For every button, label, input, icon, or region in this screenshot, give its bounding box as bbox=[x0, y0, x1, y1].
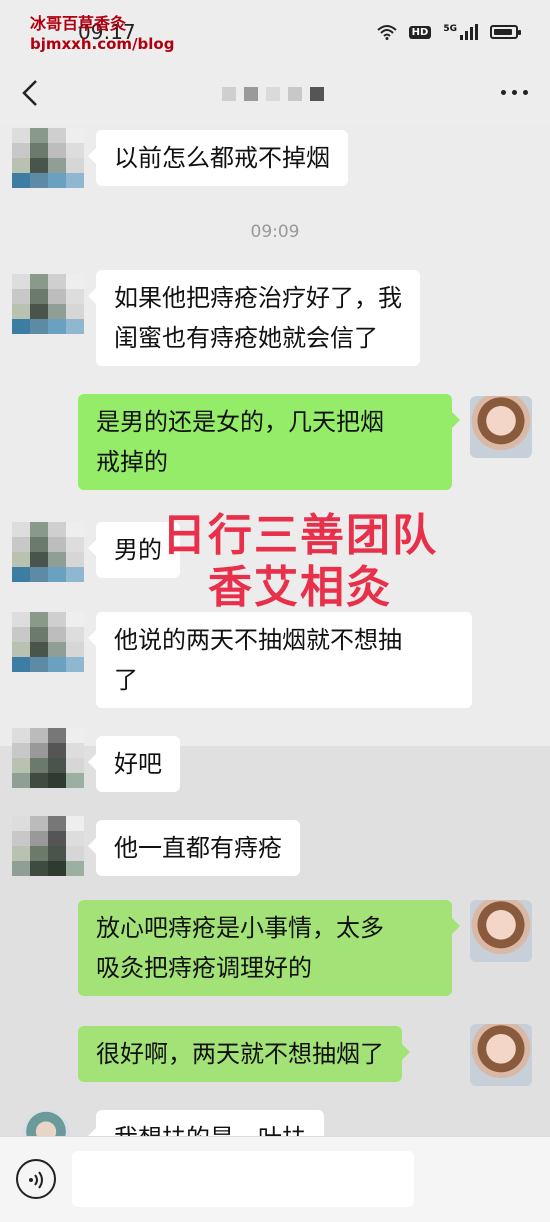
battery-icon bbox=[490, 25, 521, 39]
contact-avatar[interactable] bbox=[12, 522, 84, 582]
message-line: 他说的两天不抽烟就不想抽 bbox=[114, 626, 402, 654]
user-avatar[interactable] bbox=[470, 1024, 532, 1086]
contact-name-blurred bbox=[222, 87, 324, 101]
overlay-line1: 日行三善团队 bbox=[162, 510, 438, 561]
user-avatar[interactable] bbox=[470, 396, 532, 458]
message-input[interactable] bbox=[72, 1151, 414, 1207]
message-line: 戒掉的 bbox=[96, 448, 168, 476]
message-line: 吸灸把痔疮调理好的 bbox=[96, 954, 312, 982]
timestamp: 09:09 bbox=[250, 222, 300, 242]
message-bubble[interactable]: 很好啊，两天就不想抽烟了 bbox=[78, 1026, 410, 1082]
contact-avatar[interactable] bbox=[12, 728, 84, 788]
wifi-icon bbox=[377, 25, 397, 40]
chat-header bbox=[0, 62, 550, 124]
status-bar: 09:17 冰哥百草香灸 bjmxxh.com/blog HD 5G bbox=[0, 0, 550, 62]
message-line: 如果他把痔疮治疗好了，我 bbox=[114, 284, 402, 312]
watermark-line1: 冰哥百草香灸 bbox=[30, 14, 127, 33]
overlay-line2: 香艾相灸 bbox=[208, 562, 392, 613]
message-bubble[interactable]: 好吧 bbox=[88, 736, 180, 792]
message-bubble[interactable]: 以前怎么都戒不掉烟 bbox=[88, 130, 348, 186]
user-avatar[interactable] bbox=[470, 900, 532, 962]
message-bubble[interactable]: 是男的还是女的，几天把烟 戒掉的 bbox=[78, 394, 460, 490]
message-bubble[interactable]: 放心吧痔疮是小事情，太多 吸灸把痔疮调理好的 bbox=[78, 900, 460, 996]
watermark-line2: bjmxxh.com/blog bbox=[30, 35, 175, 53]
voice-icon bbox=[29, 1171, 43, 1189]
more-dots-icon[interactable] bbox=[501, 90, 528, 95]
signal-icon: 5G bbox=[443, 24, 478, 40]
network-type: 5G bbox=[443, 24, 457, 34]
hd-badge: HD bbox=[408, 25, 432, 39]
chevron-left-icon[interactable] bbox=[18, 77, 42, 109]
contact-avatar[interactable] bbox=[12, 612, 84, 672]
watermark: 冰哥百草香灸 bjmxxh.com/blog bbox=[30, 14, 174, 54]
contact-avatar[interactable] bbox=[12, 128, 84, 188]
message-line: 了 bbox=[114, 666, 138, 694]
status-icons: HD 5G bbox=[377, 24, 521, 40]
message-bubble[interactable]: 如果他把痔疮治疗好了，我 闺蜜也有痔疮她就会信了 bbox=[88, 270, 420, 366]
message-bubble[interactable]: 我想扶的是一叶扶 bbox=[88, 1110, 324, 1136]
voice-button[interactable] bbox=[16, 1159, 56, 1199]
message-line: 放心吧痔疮是小事情，太多 bbox=[96, 914, 384, 942]
message-line: 闺蜜也有痔疮她就会信了 bbox=[114, 324, 378, 352]
contact-avatar[interactable] bbox=[12, 274, 84, 334]
overlay-caption: 日行三善团队 香艾相灸 bbox=[150, 510, 450, 614]
message-bubble[interactable]: 他说的两天不抽烟就不想抽 了 bbox=[88, 612, 472, 708]
chat-history[interactable]: 以前怎么都戒不掉烟 09:09 如果他把痔疮治疗好了，我 闺蜜也有痔疮她就会信了… bbox=[0, 124, 550, 1136]
contact-avatar[interactable] bbox=[12, 816, 84, 876]
message-line: 是男的还是女的，几天把烟 bbox=[96, 408, 384, 436]
input-bar bbox=[0, 1136, 550, 1222]
message-bubble[interactable]: 他一直都有痔疮 bbox=[88, 820, 300, 876]
